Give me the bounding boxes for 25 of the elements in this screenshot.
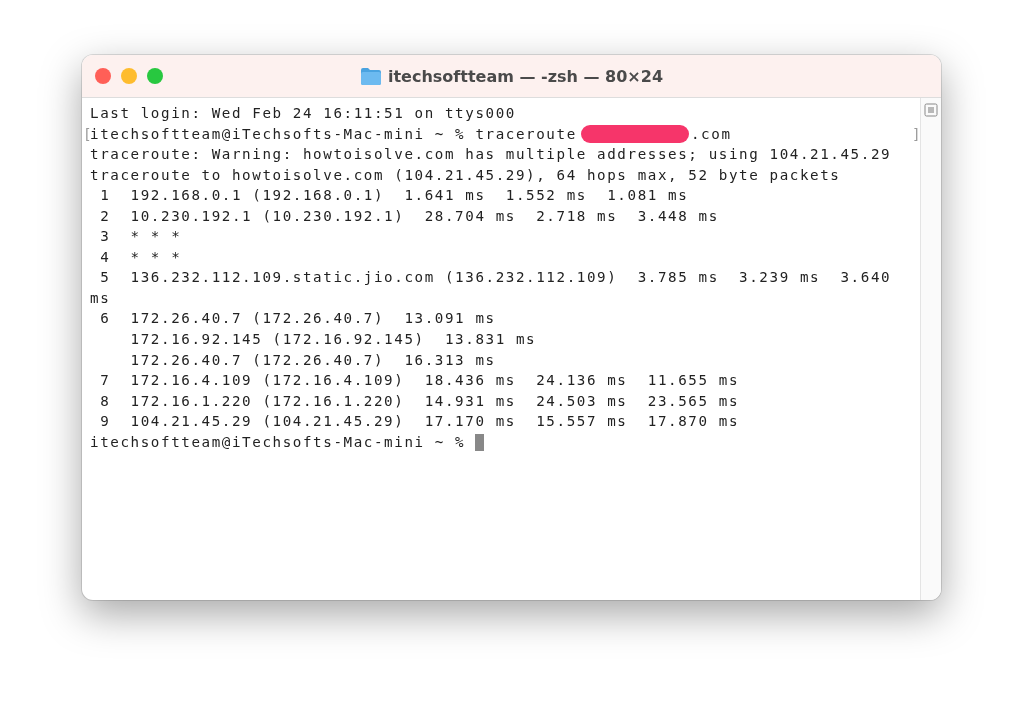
output-line: ms [90,288,111,308]
output-line: 1 192.168.0.1 (192.168.0.1) 1.641 ms 1.552 ms 1.081 ms [99,186,689,206]
prompt-line: itechsoftteam@iTechsofts-Mac-mini ~ % [90,434,467,450]
zoom-button[interactable] [147,68,163,84]
output-line: 4 * * * [99,247,182,267]
minimize-button[interactable] [121,68,137,84]
window-title: itechsoftteam — -zsh — 80×24 [387,66,663,86]
output-line: 2 10.230.192.1 (10.230.192.1) 28.704 ms 2.718 ms 3.448 ms [99,206,719,226]
output-line: 6 172.26.40.7 (172.26.40.7) 13.091 ms [99,309,496,329]
mark-bracket: ] [912,124,923,144]
output-line: traceroute to howtoisolve.com (104.21.45.29), 64 hops max, 52 byte packets [90,165,841,185]
scroll-marks-icon[interactable] [924,103,938,117]
output-line: 9 104.21.45.29 (104.21.45.29) 17.170 ms 15.557 ms 17.870 ms [99,412,740,432]
output-line: 7 172.16.4.109 (172.16.4.109) 18.436 ms 24.136 ms 11.655 ms [99,371,740,391]
domain-suffix: .com [690,125,732,142]
output-line: 3 * * * [99,227,182,247]
output-line: 172.16.92.145 (172.16.92.145) 13.831 ms [129,330,537,349]
close-button[interactable] [95,68,111,84]
text-cursor [475,433,485,451]
output-line: 5 136.232.112.109.static.jio.com (136.232.112.109) 3.785 ms 3.239 ms 3.640 [99,268,892,288]
output-line: 8 172.16.1.220 (172.16.1.220) 14.931 ms 24.503 ms 23.565 ms [99,391,740,411]
output-line: 172.26.40.7 (172.26.40.7) 16.313 ms [129,350,496,370]
folder-icon [359,66,382,86]
output-line: Last login: Wed Feb 24 16:11:51 on ttys000 [90,104,516,123]
output-line: traceroute: Warning: howtoisolve.com has multiple addresses; using 104.21.45.29 [90,145,892,165]
